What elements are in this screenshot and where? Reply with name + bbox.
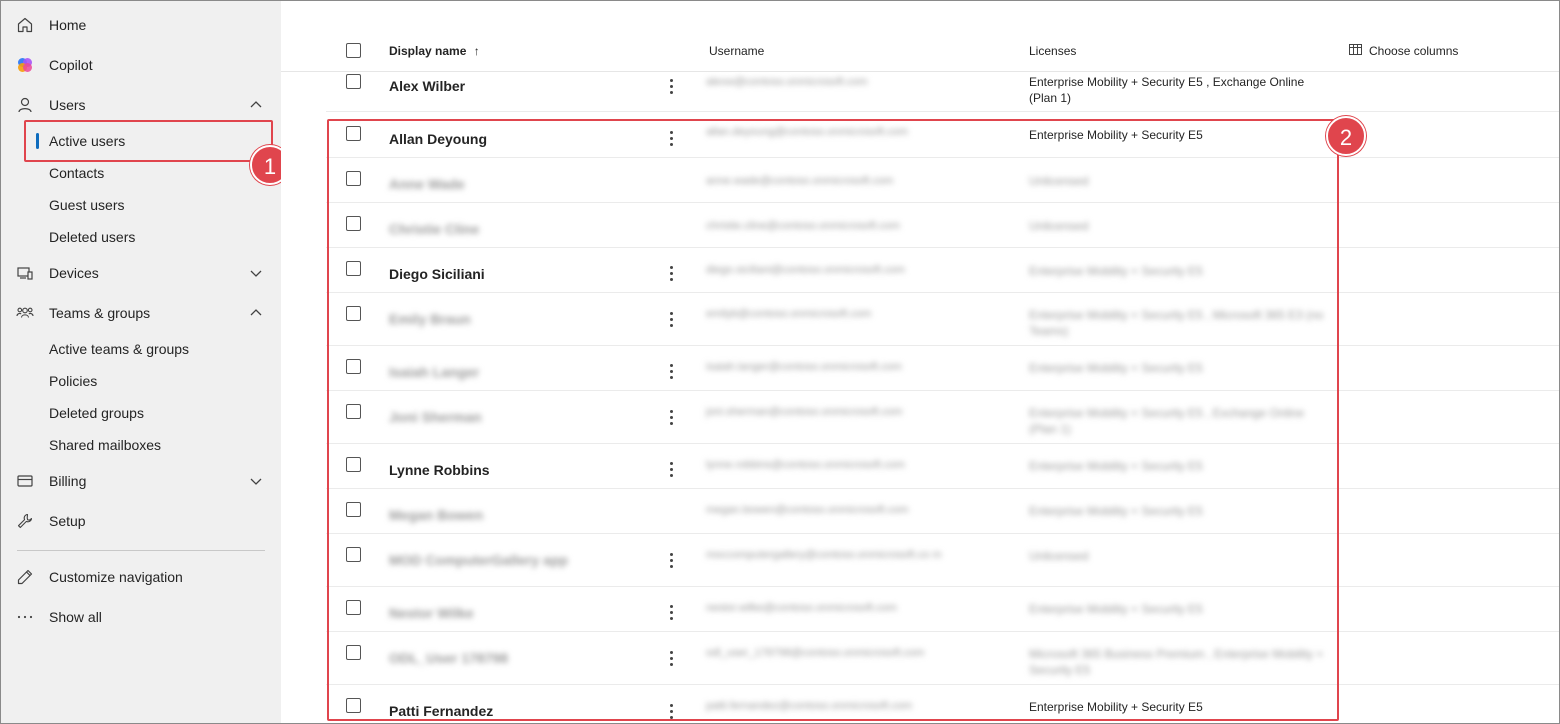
nav-item-setup[interactable]: Setup xyxy=(1,503,281,539)
wrench-icon xyxy=(17,513,33,529)
chevron-down-icon[interactable] xyxy=(248,474,264,488)
nav-item-home[interactable]: Home xyxy=(1,7,281,43)
nav-item-customize-navigation[interactable]: Customize navigation xyxy=(1,559,281,595)
nav-item-devices-label: Devices xyxy=(49,265,99,281)
nav-item-active-teams-groups[interactable]: Active teams & groups xyxy=(1,334,281,364)
nav-item-guest-users[interactable]: Guest users xyxy=(1,190,281,220)
column-display-name[interactable]: Display name ↑ xyxy=(389,44,480,58)
people-team-icon xyxy=(16,307,34,318)
user-licenses: Enterprise Mobility + Security E5 , Exch… xyxy=(1029,75,1305,105)
user-username: alexw@contoso.onmicrosoft.com xyxy=(706,76,868,88)
nav-item-deleted-groups[interactable]: Deleted groups xyxy=(1,398,281,428)
nav-item-active-teams-groups-label: Active teams & groups xyxy=(49,341,190,357)
chevron-up-icon[interactable] xyxy=(248,98,264,112)
nav-item-teams-groups[interactable]: Teams & groups xyxy=(1,295,281,331)
nav-item-contacts-label: Contacts xyxy=(49,165,105,181)
person-icon xyxy=(18,97,32,113)
home-icon xyxy=(17,17,33,33)
select-all-checkbox[interactable] xyxy=(346,43,361,58)
user-display-name[interactable]: Alex Wilber xyxy=(389,78,465,94)
nav-item-users-label: Users xyxy=(49,97,86,113)
nav-item-shared-mailboxes[interactable]: Shared mailboxes xyxy=(1,430,281,460)
sort-ascending-icon: ↑ xyxy=(473,44,480,58)
list-header: Display name ↑ Username Licenses Choose … xyxy=(281,1,1559,72)
nav-item-policies[interactable]: Policies xyxy=(1,366,281,396)
column-licenses[interactable]: Licenses xyxy=(1029,44,1076,58)
left-navigation: Home Copilot Users Active users Contacts… xyxy=(1,1,281,723)
nav-item-devices[interactable]: Devices xyxy=(1,255,281,291)
nav-item-setup-label: Setup xyxy=(49,513,86,529)
pencil-icon xyxy=(17,569,33,585)
nav-item-guest-users-label: Guest users xyxy=(49,197,125,213)
nav-item-deleted-users-label: Deleted users xyxy=(49,229,136,245)
choose-columns-button[interactable]: Choose columns xyxy=(1349,44,1458,58)
table-row[interactable]: Alex Wilber alexw@contoso.onmicrosoft.co… xyxy=(326,72,1559,112)
chevron-up-icon[interactable] xyxy=(248,306,264,320)
nav-item-deleted-groups-label: Deleted groups xyxy=(49,405,144,421)
more-actions-icon[interactable] xyxy=(666,79,676,97)
nav-item-policies-label: Policies xyxy=(49,373,98,389)
column-username[interactable]: Username xyxy=(709,44,764,58)
nav-item-contacts[interactable]: Contacts xyxy=(1,158,281,188)
nav-item-show-all[interactable]: Show all xyxy=(1,599,281,635)
nav-item-billing-label: Billing xyxy=(49,473,87,489)
nav-item-copilot-label: Copilot xyxy=(49,57,93,73)
credit-card-icon xyxy=(17,475,33,487)
callout-badge-2: 2 xyxy=(1326,116,1366,156)
nav-item-deleted-users[interactable]: Deleted users xyxy=(1,222,281,252)
more-horizontal-icon xyxy=(17,615,33,619)
nav-item-home-label: Home xyxy=(49,17,87,33)
nav-item-copilot[interactable]: Copilot xyxy=(1,47,281,83)
nav-divider xyxy=(17,550,265,551)
callout-box-active-users xyxy=(24,120,273,162)
column-display-name-label: Display name xyxy=(389,44,467,58)
copilot-icon xyxy=(18,58,32,72)
nav-item-teams-groups-label: Teams & groups xyxy=(49,305,151,321)
chevron-down-icon[interactable] xyxy=(248,266,264,280)
nav-item-billing[interactable]: Billing xyxy=(1,463,281,499)
callout-box-user-list xyxy=(327,119,1339,721)
devices-icon xyxy=(17,267,33,280)
row-checkbox[interactable] xyxy=(346,74,361,89)
nav-item-customize-navigation-label: Customize navigation xyxy=(49,569,183,585)
choose-columns-label: Choose columns xyxy=(1369,44,1459,58)
nav-item-show-all-label: Show all xyxy=(49,609,102,625)
table-columns-icon xyxy=(1349,44,1362,55)
nav-item-shared-mailboxes-label: Shared mailboxes xyxy=(49,437,162,453)
nav-item-users[interactable]: Users xyxy=(1,87,281,123)
